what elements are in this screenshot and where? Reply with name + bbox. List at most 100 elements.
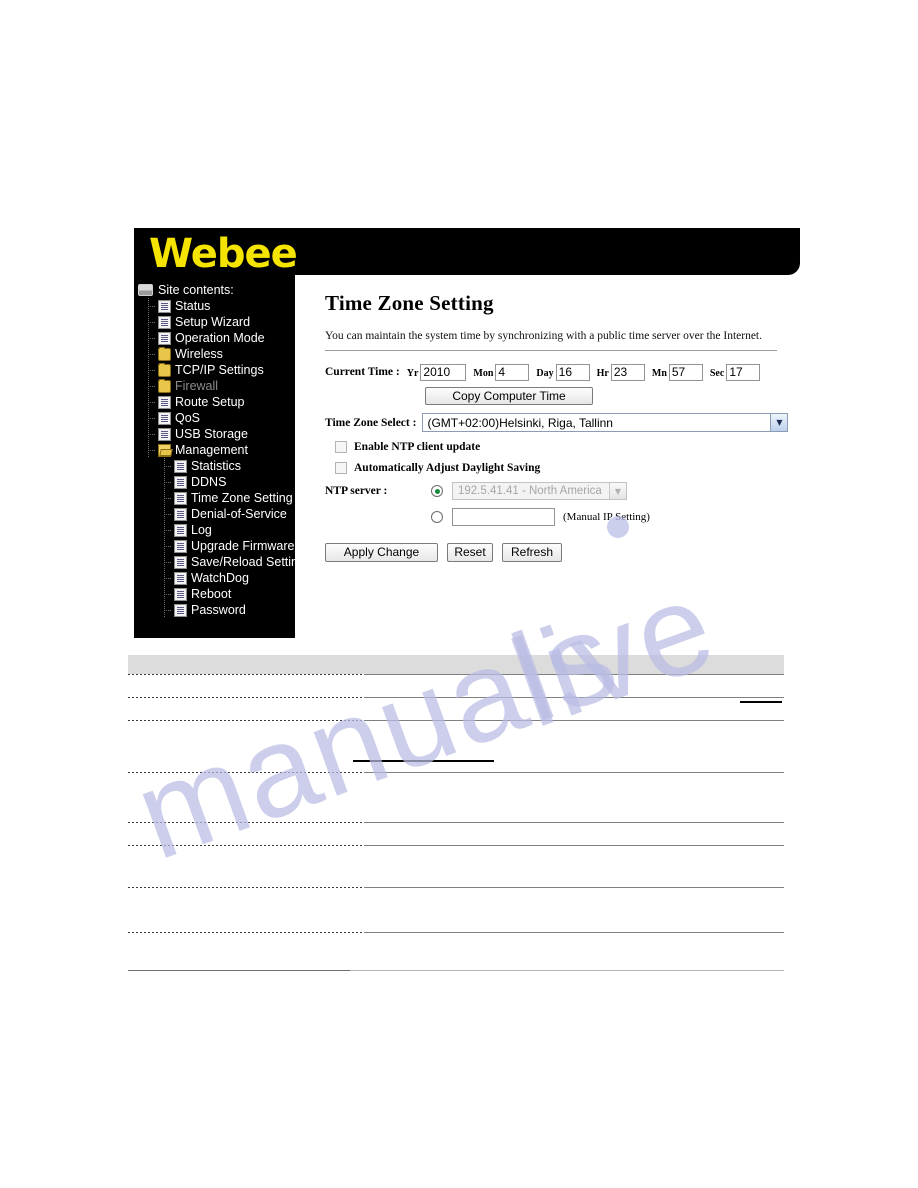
ntp-preset-selected-value: 192.5.41.41 - North America <box>458 485 602 497</box>
copy-computer-time-button[interactable]: Copy Computer Time <box>425 387 593 405</box>
sidebar-item-label: Wireless <box>175 347 223 361</box>
title-divider <box>325 350 777 351</box>
tree-connector <box>164 602 174 618</box>
sidebar-item-label: Save/Reload Setting <box>191 555 305 569</box>
sidebar-item-log[interactable]: Log <box>134 522 295 538</box>
row-rule-dashed <box>128 720 364 721</box>
folder-icon <box>158 378 171 393</box>
time-input-hr[interactable] <box>610 363 645 381</box>
page-icon <box>158 395 171 409</box>
refresh-button[interactable]: Refresh <box>502 543 562 562</box>
time-input-day[interactable] <box>555 363 590 381</box>
row-rule-solid <box>364 845 784 846</box>
tree-connector <box>164 506 174 522</box>
action-button-row: Apply Change Reset Refresh <box>325 543 798 562</box>
current-time-row: Current Time : Yr Mon Day Hr Mn Sec <box>325 363 798 381</box>
tree-connector <box>164 490 174 506</box>
reset-button[interactable]: Reset <box>447 543 493 562</box>
row-rule-solid <box>364 697 784 698</box>
sidebar-item-qos[interactable]: QoS <box>134 410 295 426</box>
time-input-yr[interactable] <box>420 363 467 381</box>
tree-connector <box>148 442 158 458</box>
table-header-band <box>128 655 784 674</box>
sidebar-navigation[interactable]: Site contents: Status Setup Wizard Operati… <box>134 275 305 638</box>
sidebar-item-upgrade-firmware[interactable]: Upgrade Firmware <box>134 538 295 554</box>
page-icon <box>174 523 187 537</box>
ntp-manual-note: (Manual IP Setting) <box>563 511 650 523</box>
sidebar-item-label: Denial-of-Service <box>191 507 287 521</box>
time-input-mon[interactable] <box>495 363 530 381</box>
sidebar-root-label: Site contents: <box>158 282 234 297</box>
daylight-saving-row[interactable]: Automatically Adjust Daylight Saving <box>335 462 798 474</box>
page-icon <box>174 475 187 489</box>
sidebar-item-denial-of-service[interactable]: Denial-of-Service <box>134 506 295 522</box>
content-panel: Time Zone Setting You can maintain the s… <box>295 275 808 638</box>
sidebar-item-tcp-ip-settings[interactable]: TCP/IP Settings <box>134 362 295 378</box>
computer-icon <box>138 283 153 296</box>
router-admin-screenshot: Webee Site contents: Status Setup Wizard O… <box>134 228 808 638</box>
sidebar-item-label: DDNS <box>191 475 227 489</box>
current-time-label: Current Time : <box>325 366 400 378</box>
time-unit-sec: Sec <box>709 368 725 379</box>
time-input-sec[interactable] <box>726 363 761 381</box>
sidebar-item-ddns[interactable]: DDNS <box>134 474 295 490</box>
sidebar-item-setup-wizard[interactable]: Setup Wizard <box>134 314 295 330</box>
sidebar-item-usb-storage[interactable]: USB Storage <box>134 426 295 442</box>
sidebar-item-statistics[interactable]: Statistics <box>134 458 295 474</box>
tree-connector <box>148 314 158 330</box>
folder-icon <box>158 346 171 361</box>
sidebar-item-label: Log <box>191 523 212 537</box>
sidebar-item-label: Statistics <box>191 459 242 473</box>
sidebar-item-label: WatchDog <box>191 571 249 585</box>
time-unit-mon: Mon <box>473 368 494 379</box>
blanked-text-underline <box>353 760 494 762</box>
sidebar-item-reboot[interactable]: Reboot <box>134 586 295 602</box>
sidebar-item-label: Reboot <box>191 587 232 601</box>
sidebar-item-management[interactable]: Management <box>134 442 295 458</box>
page-icon <box>158 427 171 441</box>
tree-connector <box>148 362 158 378</box>
row-rule-solid <box>364 720 784 721</box>
ntp-preset-radio[interactable] <box>431 485 443 497</box>
sidebar-item-operation-mode[interactable]: Operation Mode <box>134 330 295 346</box>
sidebar-item-route-setup[interactable]: Route Setup <box>134 394 295 410</box>
ntp-preset-row[interactable]: 192.5.41.41 - North America ▼ <box>431 482 798 500</box>
sidebar-item-password[interactable]: Password <box>134 602 295 618</box>
time-unit-day: Day <box>536 368 554 379</box>
enable-ntp-label: Enable NTP client update <box>354 441 481 453</box>
time-zone-select[interactable]: (GMT+02:00)Helsinki, Riga, Tallinn ▼ <box>422 413 789 432</box>
tree-connector <box>148 426 158 442</box>
ntp-manual-row[interactable]: (Manual IP Setting) <box>431 508 798 526</box>
time-zone-selected-value: (GMT+02:00)Helsinki, Riga, Tallinn <box>427 415 613 430</box>
page-icon <box>174 539 187 553</box>
row-rule-solid <box>364 674 784 675</box>
daylight-saving-checkbox[interactable] <box>335 462 347 474</box>
page-icon <box>158 331 171 345</box>
apply-change-button[interactable]: Apply Change <box>325 543 438 562</box>
sidebar-item-status[interactable]: Status <box>134 298 295 314</box>
sidebar-item-time-zone-setting[interactable]: Time Zone Setting <box>134 490 295 506</box>
ntp-manual-ip-input[interactable] <box>452 508 555 526</box>
sidebar-item-firewall[interactable]: Firewall <box>134 378 295 394</box>
folder-open-icon <box>158 443 171 457</box>
chevron-down-icon: ▼ <box>609 483 626 499</box>
tree-connector <box>164 474 174 490</box>
sidebar-item-wireless[interactable]: Wireless <box>134 346 295 362</box>
tree-connector <box>164 554 174 570</box>
ntp-manual-radio[interactable] <box>431 511 443 523</box>
page-title: Time Zone Setting <box>325 291 494 315</box>
tree-connector <box>148 394 158 410</box>
sidebar-item-watchdog[interactable]: WatchDog <box>134 570 295 586</box>
sidebar-item-save-reload-setting[interactable]: Save/Reload Setting <box>134 554 305 570</box>
time-input-mn[interactable] <box>668 363 703 381</box>
daylight-saving-label: Automatically Adjust Daylight Saving <box>354 462 541 474</box>
row-rule-dashed <box>128 845 364 846</box>
webee-logo: Webee <box>149 231 298 277</box>
enable-ntp-row[interactable]: Enable NTP client update <box>335 441 798 453</box>
chevron-down-icon[interactable]: ▼ <box>770 414 788 431</box>
enable-ntp-checkbox[interactable] <box>335 441 347 453</box>
ntp-preset-select[interactable]: 192.5.41.41 - North America ▼ <box>452 482 627 500</box>
ntp-server-block: NTP server : 192.5.41.41 - North America… <box>325 482 798 526</box>
ntp-server-label: NTP server : <box>325 485 388 497</box>
row-rule-solid <box>364 887 784 888</box>
